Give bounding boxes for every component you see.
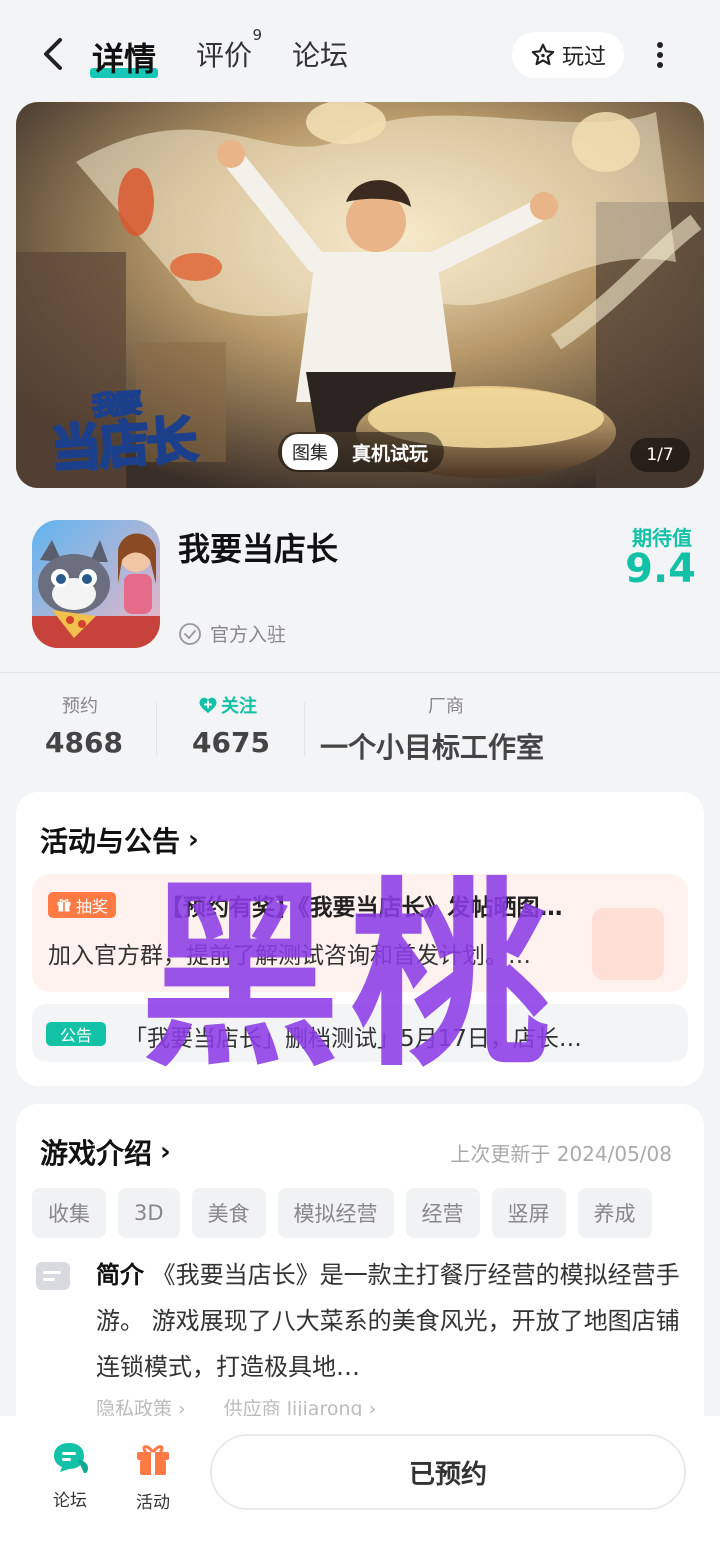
- intro-text[interactable]: 简介 《我要当店长》是一款主打餐厅经营的模拟经营手游。 游戏展现了八大菜系的美食…: [96, 1252, 686, 1390]
- intro-body: 《我要当店长》是一款主打餐厅经营的模拟经营手游。 游戏展现了八大菜系的美食风光，…: [96, 1261, 680, 1381]
- tag-item[interactable]: 收集: [32, 1188, 106, 1238]
- follow-stat-value: 4675: [192, 726, 270, 759]
- chevron-right-icon: ›: [160, 1137, 171, 1167]
- announcement-text: 「我要当店长」删档测试」5月17日，店长…: [124, 1026, 582, 1052]
- reserve-stat-label: 预约: [62, 696, 98, 717]
- star-outline-icon: [531, 43, 555, 66]
- reserved-button[interactable]: 已预约: [210, 1434, 686, 1510]
- announcement-badge: 公告: [46, 1022, 106, 1046]
- review-count-badge: 9: [252, 26, 263, 44]
- forum-label: 论坛: [53, 1491, 87, 1511]
- app-name: 我要当店长: [178, 530, 339, 568]
- expectation-score: 9.4: [625, 546, 696, 592]
- tag-item[interactable]: 竖屏: [491, 1188, 566, 1238]
- chat-bubble-icon: [54, 1443, 88, 1473]
- vendor-name[interactable]: 一个小目标工作室: [320, 726, 544, 766]
- tag-item[interactable]: 养成: [577, 1188, 652, 1238]
- tab-forum[interactable]: 论坛: [292, 34, 348, 74]
- stat-divider: [304, 702, 305, 756]
- official-label: 官方入驻: [210, 624, 287, 646]
- gallery-chip[interactable]: 图集: [282, 434, 338, 470]
- reserve-stat-value: 4868: [45, 726, 123, 759]
- more-menu-icon[interactable]: [652, 40, 668, 70]
- tab-reviews[interactable]: 评价 9: [196, 26, 262, 74]
- heart-plus-icon: [199, 697, 217, 713]
- activity-button[interactable]: 活动: [118, 1440, 188, 1513]
- document-icon: [36, 1262, 70, 1290]
- activities-title[interactable]: 活动与公告 ›: [40, 820, 199, 860]
- tab-reviews-label: 评价: [196, 39, 253, 72]
- gift-box-icon: [137, 1445, 169, 1475]
- lottery-description: 加入官方群，提前了解测试咨询和首发计划。…: [48, 943, 531, 969]
- activity-label: 活动: [136, 1493, 170, 1513]
- hero-banner[interactable]: 我要 当店长 图集 真机试玩 1/7: [16, 102, 704, 488]
- lottery-badge: 抽奖: [48, 892, 117, 918]
- stat-divider: [156, 702, 157, 756]
- lottery-title: 【预约有奖】《我要当店长》发帖晒图…: [160, 895, 563, 921]
- game-intro-card: 游戏介绍 › 上次更新于 2024/05/08 收集 3D 美食 模拟经营 经营 …: [16, 1104, 704, 1444]
- tag-item[interactable]: 3D: [118, 1188, 180, 1238]
- top-nav: 详情 评价 9 论坛 玩过: [0, 0, 720, 100]
- gift-icon: [57, 899, 71, 912]
- tag-item[interactable]: 模拟经营: [277, 1188, 394, 1238]
- tab-details-label: 详情: [92, 40, 157, 78]
- lottery-activity-item[interactable]: 抽奖 【预约有奖】《我要当店长》发帖晒图… 加入官方群，提前了解测试咨询和首发计…: [32, 874, 688, 992]
- tag-list: 收集 3D 美食 模拟经营 经营 竖屏 养成: [32, 1188, 652, 1238]
- bottom-action-bar: 论坛 活动 已预约: [0, 1416, 720, 1549]
- played-label: 玩过: [561, 45, 606, 70]
- played-button[interactable]: 玩过: [512, 32, 624, 78]
- tag-item[interactable]: 美食: [191, 1188, 266, 1238]
- vendor-label: 厂商: [428, 696, 464, 717]
- section-divider: [0, 672, 720, 673]
- banner-page-counter: 1/7: [630, 438, 690, 472]
- app-icon: [32, 520, 160, 648]
- tab-details[interactable]: 详情: [90, 34, 159, 80]
- chevron-right-icon: ›: [188, 825, 199, 855]
- last-update-time: 上次更新于 2024/05/08: [450, 1142, 672, 1166]
- check-circle-icon: [179, 622, 201, 645]
- forum-button[interactable]: 论坛: [35, 1440, 105, 1511]
- announcement-item[interactable]: 公告 「我要当店长」删档测试」5月17日，店长…: [32, 1004, 688, 1062]
- intro-title[interactable]: 游戏介绍 ›: [40, 1132, 171, 1172]
- tab-forum-label: 论坛: [292, 39, 349, 72]
- official-badge: 官方入驻: [178, 620, 286, 647]
- intro-label: 简介: [96, 1261, 144, 1289]
- tag-item[interactable]: 经营: [405, 1188, 480, 1238]
- media-pill[interactable]: 图集 真机试玩: [278, 432, 445, 472]
- follow-stat-label[interactable]: 关注: [198, 692, 257, 718]
- activities-card: 活动与公告 › 抽奖 【预约有奖】《我要当店长》发帖晒图… 加入官方群，提前了解测…: [16, 792, 704, 1086]
- game-logo: 我要 当店长: [48, 388, 199, 481]
- back-arrow-icon[interactable]: [38, 36, 68, 72]
- device-trial-label[interactable]: 真机试玩: [352, 439, 428, 466]
